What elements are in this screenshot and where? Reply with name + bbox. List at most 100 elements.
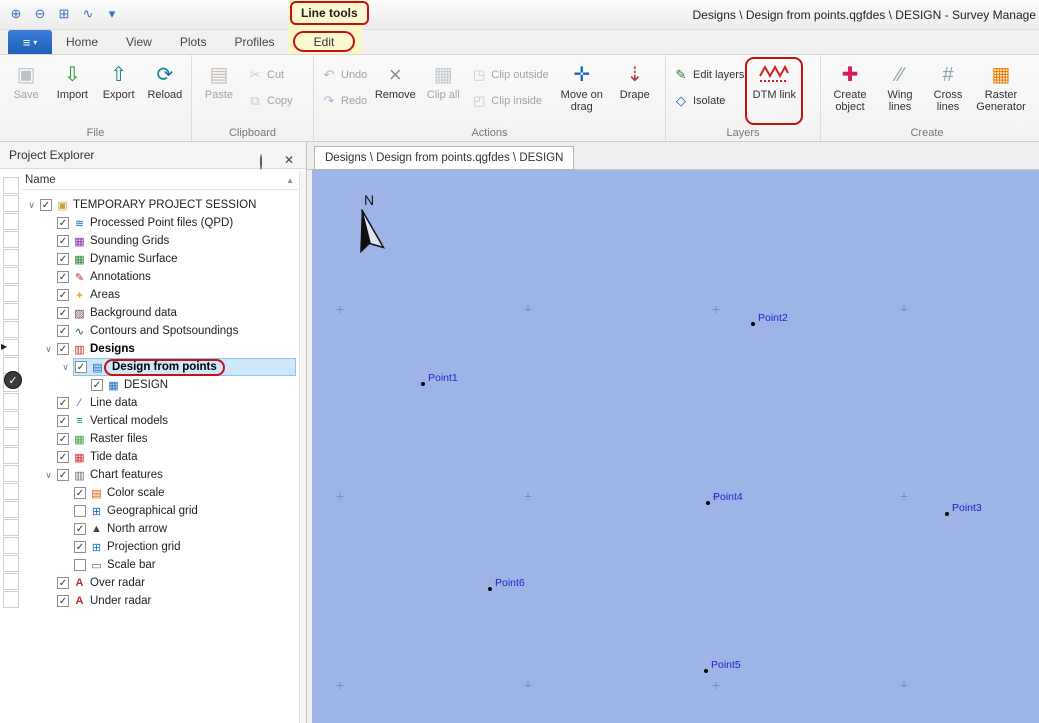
checkbox[interactable]: ✓ [57, 343, 69, 355]
gutter-cell[interactable] [3, 465, 19, 482]
tree-item-background-data[interactable]: ✓▨Background data [22, 304, 296, 322]
tree-item-temporary-project-session[interactable]: ∨✓▣TEMPORARY PROJECT SESSION [22, 196, 296, 214]
gutter-cell[interactable] [3, 195, 19, 212]
tree-item-over-radar[interactable]: ✓AOver radar [22, 574, 296, 592]
checkbox[interactable] [74, 559, 86, 571]
checkbox[interactable]: ✓ [57, 271, 69, 283]
import-button[interactable]: ⇩ Import [50, 59, 94, 123]
tree-item-vertical-models[interactable]: ✓≡Vertical models [22, 412, 296, 430]
checkbox[interactable]: ✓ [57, 325, 69, 337]
raster-generator-button[interactable]: ▦ Raster Generator [973, 59, 1029, 123]
tab-view[interactable]: View [112, 30, 166, 54]
checkbox[interactable]: ✓ [57, 595, 69, 607]
expander-icon[interactable]: ∨ [41, 470, 56, 481]
checkbox[interactable]: ✓ [57, 307, 69, 319]
isolate-button[interactable]: ◇ Isolate [670, 91, 747, 111]
gutter-cell[interactable] [3, 555, 19, 572]
checkbox[interactable]: ✓ [57, 415, 69, 427]
customize-icon[interactable]: ▾ [102, 4, 122, 24]
checkbox[interactable]: ✓ [74, 523, 86, 535]
gutter-cell[interactable] [3, 447, 19, 464]
tree-item-designs[interactable]: ∨✓▥Designs [22, 340, 296, 358]
tree-item-projection-grid[interactable]: ✓⊞Projection grid [22, 538, 296, 556]
gutter-cell[interactable] [3, 285, 19, 302]
checkbox[interactable]: ✓ [75, 361, 87, 373]
checkbox[interactable]: ✓ [40, 199, 52, 211]
tree-item-raster-files[interactable]: ✓▦Raster files [22, 430, 296, 448]
expander-icon[interactable]: ∨ [58, 362, 73, 373]
redo-button[interactable]: ↷ Redo [318, 91, 370, 111]
checkbox[interactable]: ✓ [57, 217, 69, 229]
gutter-cell[interactable] [3, 411, 19, 428]
edit-layers-button[interactable]: ✎ Edit layers [670, 65, 747, 85]
checkbox[interactable]: ✓ [57, 253, 69, 265]
gutter-cell[interactable] [3, 591, 19, 608]
gutter-cell[interactable] [3, 231, 19, 248]
checkbox[interactable]: ✓ [74, 541, 86, 553]
tree-item-dynamic-surface[interactable]: ✓▦Dynamic Surface [22, 250, 296, 268]
cross-lines-button[interactable]: # Cross lines [925, 59, 971, 123]
expander-icon[interactable]: ∨ [41, 344, 56, 355]
gutter-cell[interactable] [3, 501, 19, 518]
tab-edit[interactable]: Edit [293, 31, 355, 52]
clip-outside-button[interactable]: ◳ Clip outside [468, 65, 551, 85]
checkbox[interactable]: ✓ [57, 433, 69, 445]
tree-item-processed-point-files-qpd[interactable]: ✓≋Processed Point files (QPD) [22, 214, 296, 232]
map-view[interactable]: N ++++++++++++Point1Point2Point3Point4Po… [312, 170, 1039, 723]
gutter-cell[interactable] [3, 483, 19, 500]
cut-button[interactable]: ✂ Cut [244, 65, 296, 85]
checkbox[interactable]: ✓ [57, 451, 69, 463]
reload-button[interactable]: ⟳ Reload [143, 59, 187, 123]
tab-home[interactable]: Home [52, 30, 112, 54]
gutter-cell[interactable] [3, 303, 19, 320]
gutter-cell[interactable] [3, 537, 19, 554]
tree-item-north-arrow[interactable]: ✓▲North arrow [22, 520, 296, 538]
gutter-cell[interactable] [3, 213, 19, 230]
gutter-cell[interactable] [3, 267, 19, 284]
gutter-cell[interactable] [3, 321, 19, 338]
document-tab[interactable]: Designs \ Design from points.qgfdes \ DE… [314, 146, 574, 170]
checkbox[interactable]: ✓ [57, 289, 69, 301]
tab-profiles[interactable]: Profiles [221, 30, 289, 54]
application-menu-button[interactable]: ≡▾ [8, 30, 52, 54]
gutter-cell[interactable] [3, 519, 19, 536]
tree-item-areas[interactable]: ✓✦Areas [22, 286, 296, 304]
checkbox[interactable]: ✓ [91, 379, 103, 391]
tree-item-geographical-grid[interactable]: ⊞Geographical grid [22, 502, 296, 520]
save-button[interactable]: ▣ Save [4, 59, 48, 123]
tree-item-contours-and-spotsoundings[interactable]: ✓∿Contours and Spotsoundings [22, 322, 296, 340]
move-on-drag-button[interactable]: ✛ Move on drag [554, 59, 610, 123]
checkbox[interactable]: ✓ [57, 235, 69, 247]
expander-icon[interactable]: ∨ [24, 200, 39, 211]
tree-item-annotations[interactable]: ✓✎Annotations [22, 268, 296, 286]
wing-lines-button[interactable]: ∕∕ Wing lines [877, 59, 923, 123]
gutter-cell[interactable] [3, 429, 19, 446]
zoom-out-icon[interactable]: ⊖ [30, 4, 50, 24]
clip-inside-button[interactable]: ◰ Clip inside [468, 91, 551, 111]
zoom-extents-icon[interactable]: ⊞ [54, 4, 74, 24]
tab-plots[interactable]: Plots [166, 30, 221, 54]
tree-item-color-scale[interactable]: ✓▤Color scale [22, 484, 296, 502]
checkbox[interactable]: ✓ [57, 397, 69, 409]
tree-scrollbar[interactable] [299, 171, 306, 723]
checkbox[interactable] [74, 505, 86, 517]
tree-item-scale-bar[interactable]: ▭Scale bar [22, 556, 296, 574]
gutter-cell[interactable] [3, 393, 19, 410]
tree-item-sounding-grids[interactable]: ✓▦Sounding Grids [22, 232, 296, 250]
export-button[interactable]: ⇧ Export [97, 59, 141, 123]
profile-chart-icon[interactable]: ∿ [78, 4, 98, 24]
tree-item-line-data[interactable]: ✓∕Line data [22, 394, 296, 412]
gutter-cell[interactable] [3, 573, 19, 590]
remove-button[interactable]: × Remove [372, 59, 418, 123]
undo-button[interactable]: ↶ Undo [318, 65, 370, 85]
paste-button[interactable]: ▤ Paste [196, 59, 242, 123]
checkbox[interactable]: ✓ [74, 487, 86, 499]
gutter-cell[interactable] [3, 249, 19, 266]
copy-button[interactable]: ⧉ Copy [244, 91, 296, 111]
clip-all-button[interactable]: ▦ Clip all [420, 59, 466, 123]
tree-item-tide-data[interactable]: ✓▦Tide data [22, 448, 296, 466]
create-object-button[interactable]: ✚ Create object [825, 59, 875, 123]
tree-item-design[interactable]: ✓▦DESIGN [22, 376, 296, 394]
tree-item-design-from-points[interactable]: ∨✓▤Design from points [22, 358, 296, 376]
tree-item-under-radar[interactable]: ✓AUnder radar [22, 592, 296, 610]
